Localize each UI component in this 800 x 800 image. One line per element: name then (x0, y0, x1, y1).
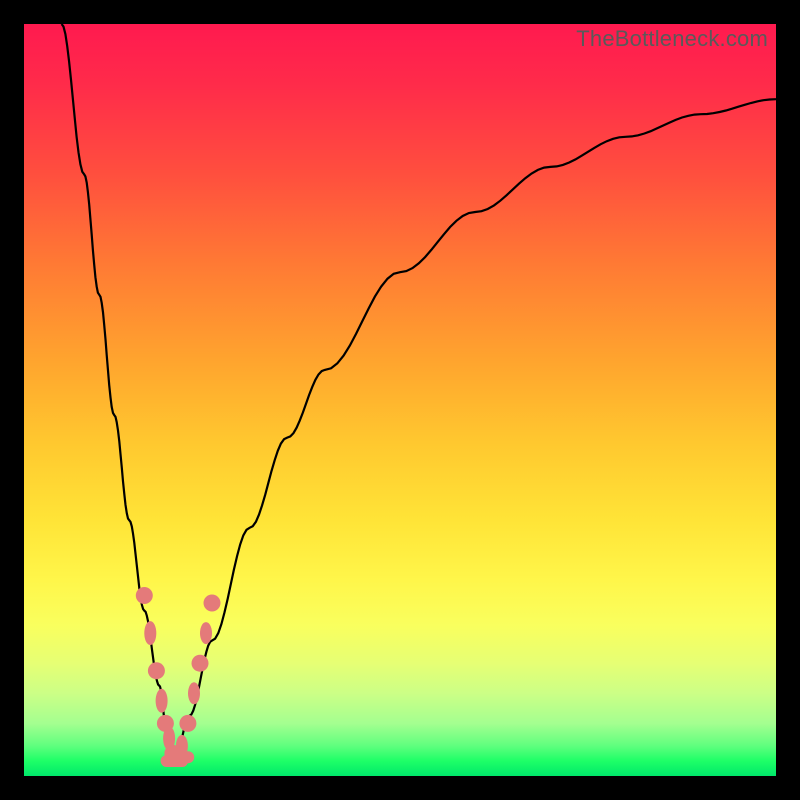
curve-left-branch (62, 24, 175, 761)
data-marker-pill (174, 751, 194, 763)
data-marker-pill (156, 689, 168, 713)
data-marker-pill (188, 682, 200, 704)
data-marker (136, 587, 153, 604)
data-marker (148, 662, 165, 679)
plot-area: TheBottleneck.com (24, 24, 776, 776)
data-marker (179, 715, 196, 732)
data-marker-pill (144, 621, 156, 645)
chart-frame: TheBottleneck.com (0, 0, 800, 800)
data-marker (192, 655, 209, 672)
watermark-text: TheBottleneck.com (576, 26, 768, 52)
markers-group (136, 587, 221, 767)
curve-layer (24, 24, 776, 776)
data-marker-pill (200, 622, 212, 644)
curve-right-branch (174, 99, 776, 761)
data-marker (204, 595, 221, 612)
